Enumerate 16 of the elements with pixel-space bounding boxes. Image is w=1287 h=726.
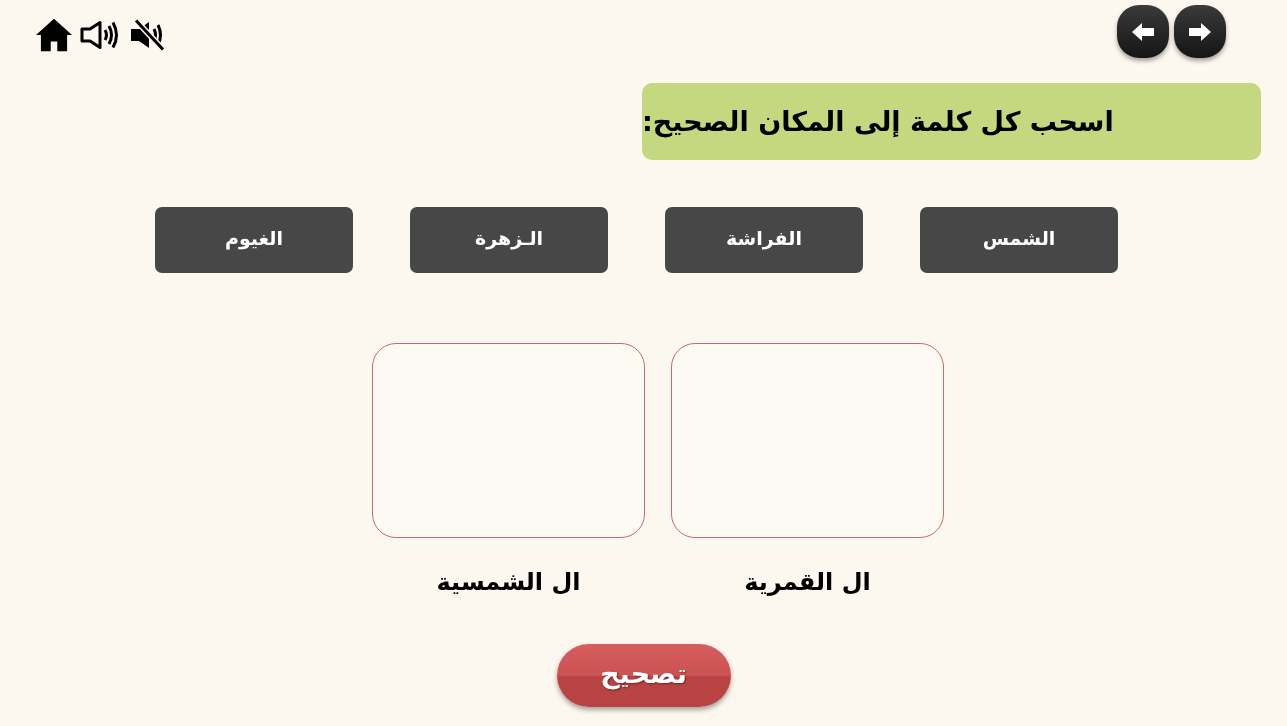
right-arrow-icon (1189, 22, 1211, 41)
home-icon (36, 18, 72, 52)
left-arrow-icon (1132, 22, 1154, 41)
back-button[interactable] (1117, 5, 1169, 58)
mute-button[interactable] (130, 19, 167, 51)
home-button[interactable] (36, 18, 72, 52)
instruction-text: اسحب كل كلمة إلى المكان الصحيح: (642, 106, 1114, 137)
word-tile[interactable]: الفراشة (665, 207, 863, 273)
next-button[interactable] (1174, 5, 1226, 58)
speaker-muted-icon (130, 19, 167, 51)
word-tile[interactable]: الـزهرة (410, 207, 608, 273)
word-tile[interactable]: الشمس (920, 207, 1118, 273)
word-tile[interactable]: الغيوم (155, 207, 353, 273)
drop-zone-label: ال القمرية (744, 568, 871, 596)
check-button[interactable]: تصحيح (556, 644, 731, 707)
drop-zone-label: ال الشمسية (436, 568, 581, 596)
